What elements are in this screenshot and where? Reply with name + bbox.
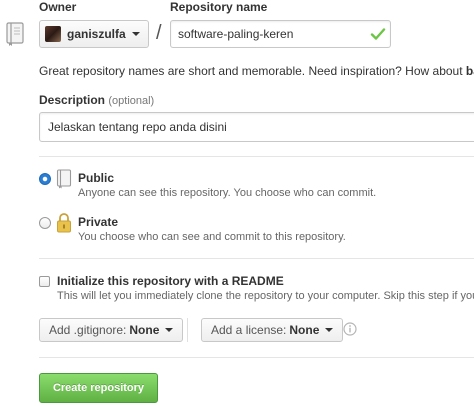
license-dropdown[interactable]: Add a license: None — [201, 318, 344, 342]
lock-icon — [57, 213, 71, 233]
private-radio[interactable] — [39, 217, 51, 229]
hint-text: Great repository names are short and mem… — [39, 64, 466, 78]
description-label-text: Description — [39, 93, 106, 107]
license-value: None — [289, 323, 320, 337]
repo-name-input[interactable] — [170, 20, 391, 48]
chevron-down-icon — [165, 328, 174, 332]
name-suggestion-link[interactable]: balli — [466, 64, 474, 78]
divider — [39, 258, 474, 259]
owner-name: ganiszulfa — [67, 27, 126, 41]
owner-avatar — [45, 26, 61, 42]
description-label: Description (optional) — [39, 93, 154, 107]
repo-name-hint: Great repository names are short and mem… — [39, 64, 474, 78]
public-option-description: Anyone can see this repository. You choo… — [78, 187, 377, 199]
license-label: Add a license: — [211, 323, 287, 337]
readme-description: This will let you immediately clone the … — [57, 290, 474, 302]
check-icon — [370, 28, 386, 40]
public-radio[interactable] — [39, 173, 51, 185]
gitignore-value: None — [129, 323, 160, 337]
divider — [39, 156, 474, 157]
optional-note: (optional) — [108, 95, 155, 107]
readme-title: Initialize this repository with a README — [57, 274, 284, 288]
owner-repo-separator: / — [156, 22, 162, 44]
chevron-down-icon — [325, 328, 334, 332]
owner-dropdown[interactable]: ganiszulfa — [39, 20, 149, 48]
gitignore-label: Add .gitignore: — [49, 323, 127, 337]
description-input[interactable] — [39, 112, 474, 142]
create-repository-button[interactable]: Create repository — [39, 373, 158, 403]
new-repository-form: Owner Repository name ganiszulfa / Great… — [0, 0, 474, 406]
chevron-down-icon — [131, 32, 140, 36]
readme-checkbox[interactable] — [39, 276, 50, 287]
divider — [39, 357, 474, 358]
info-icon[interactable] — [343, 322, 357, 336]
owner-label: Owner — [39, 0, 77, 14]
public-option-title: Public — [78, 171, 115, 185]
gitignore-dropdown[interactable]: Add .gitignore: None — [39, 318, 184, 342]
public-book-icon — [56, 169, 72, 189]
repo-name-label: Repository name — [170, 0, 268, 14]
private-option-description: You choose who can see and commit to thi… — [78, 231, 346, 243]
private-option-title: Private — [78, 215, 119, 229]
repo-book-icon — [6, 22, 24, 46]
vertical-divider — [187, 318, 188, 342]
